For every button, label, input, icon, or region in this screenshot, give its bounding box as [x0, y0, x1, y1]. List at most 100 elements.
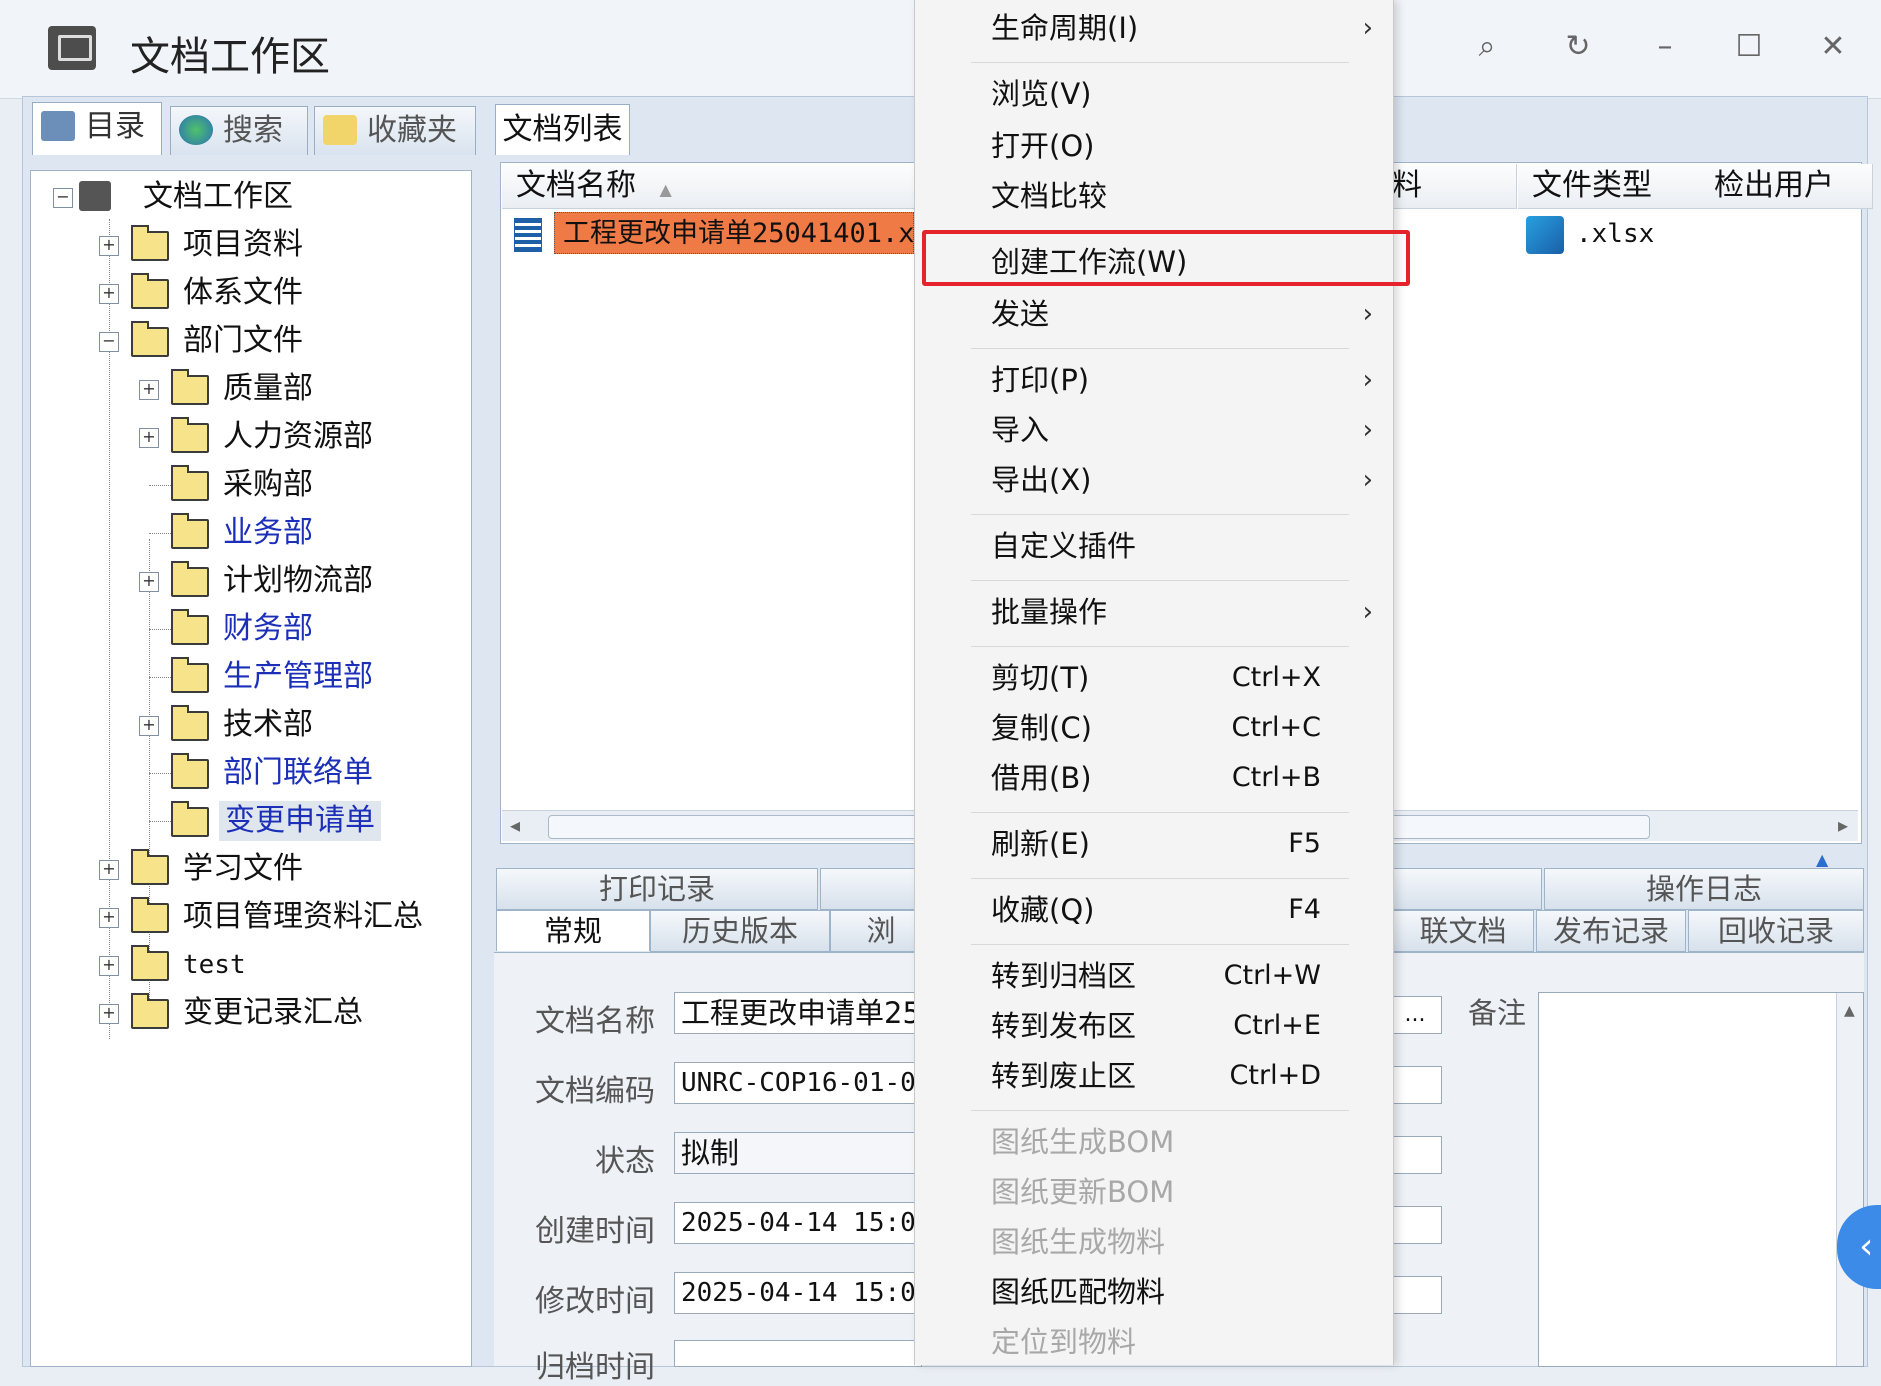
- tab-print-records[interactable]: 打印记录: [496, 868, 818, 910]
- menu-item-refresh[interactable]: 刷新(E) F5: [915, 822, 1393, 866]
- menu-item-label: 文档比较: [991, 179, 1108, 213]
- menu-item-label: 打开(O): [991, 129, 1095, 163]
- browse-button[interactable]: ...: [1388, 996, 1442, 1034]
- field-modified-time: 2025-04-14 15:01:: [674, 1272, 922, 1314]
- scroll-left-icon[interactable]: ◂: [510, 813, 520, 837]
- context-menu: 生命周期(I) › 浏览(V) 打开(O) 文档比较 创建工作流(W) 发送 › 打…: [914, 0, 1394, 1365]
- app-icon: [48, 26, 96, 70]
- menu-item-shortcut: Ctrl+W: [1223, 960, 1321, 991]
- collapse-arrow-icon[interactable]: ▲: [1816, 850, 1828, 869]
- minimize-button[interactable]: –: [1640, 22, 1690, 72]
- field-right-2[interactable]: [1388, 1066, 1442, 1104]
- folder-icon: [131, 897, 169, 933]
- menu-item-shortcut: Ctrl+B: [1231, 762, 1321, 793]
- menu-item-shortcut: F4: [1288, 894, 1321, 925]
- menu-item-borrow[interactable]: 借用(B) Ctrl+B: [915, 756, 1393, 800]
- folder-icon: [171, 801, 209, 837]
- field-label-created-time: 创建时间: [535, 1214, 655, 1249]
- scroll-up-icon[interactable]: ▲: [1844, 1003, 1855, 1019]
- field-label-archive-time: 归档时间: [535, 1350, 655, 1385]
- folder-icon: [131, 321, 169, 357]
- menu-item-shortcut: Ctrl+C: [1231, 712, 1321, 743]
- sort-asc-icon: ▲: [659, 180, 672, 199]
- field-right-3[interactable]: [1388, 1136, 1442, 1174]
- tab-general[interactable]: 常规: [496, 910, 650, 951]
- menu-item-lifecycle[interactable]: 生命周期(I) ›: [915, 6, 1393, 50]
- tree-item-label: 部门联络单: [223, 755, 373, 790]
- maximize-button[interactable]: ☐: [1724, 22, 1774, 72]
- menu-item-batch[interactable]: 批量操作 ›: [915, 590, 1393, 634]
- folder-icon: [171, 417, 209, 453]
- column-header-file-type[interactable]: 文件类型: [1518, 164, 1713, 209]
- submenu-arrow-icon: ›: [1362, 299, 1373, 329]
- remark-textarea[interactable]: ▲: [1538, 992, 1864, 1367]
- menu-item-shortcut: Ctrl+D: [1229, 1060, 1321, 1091]
- menu-item-locate-material: 定位到物料: [915, 1320, 1393, 1364]
- tab-favorites[interactable]: 收藏夹: [314, 106, 476, 155]
- tab-history-versions[interactable]: 历史版本: [650, 910, 830, 952]
- scroll-right-icon[interactable]: ▸: [1838, 813, 1848, 837]
- field-doc-code[interactable]: UNRC-COP16-01-00C: [674, 1062, 922, 1104]
- menu-item-send[interactable]: 发送 ›: [915, 292, 1393, 336]
- menu-item-drawing-match-material[interactable]: 图纸匹配物料: [915, 1270, 1393, 1314]
- menu-item-label: 借用(B): [991, 761, 1092, 795]
- column-header-material[interactable]: 料: [1392, 164, 1517, 209]
- search-icon[interactable]: ⌕: [1462, 22, 1512, 72]
- menu-item-import[interactable]: 导入 ›: [915, 408, 1393, 452]
- folder-icon: [171, 465, 209, 501]
- tab-catalog[interactable]: 目录: [32, 102, 162, 155]
- tab-related-docs[interactable]: 联文档: [1392, 910, 1534, 952]
- column-header-doc-name[interactable]: 文档名称 ▲: [502, 164, 927, 209]
- column-header-label: 文档名称: [516, 168, 636, 203]
- field-label-status: 状态: [595, 1144, 655, 1179]
- column-header-label: 料: [1392, 168, 1422, 203]
- tab-operation-log[interactable]: 操作日志: [1544, 868, 1864, 910]
- menu-item-cut[interactable]: 剪切(T) Ctrl+X: [915, 656, 1393, 700]
- menu-item-copy[interactable]: 复制(C) Ctrl+C: [915, 706, 1393, 750]
- folder-icon: [171, 561, 209, 597]
- directory-tree[interactable]: − 文档工作区 + 项目资料 + 体系文件 − 部门文件 + 质量部 + 人力资…: [30, 170, 472, 1367]
- column-header-checkout-user[interactable]: 检出用户: [1700, 164, 1873, 209]
- tree-item-label: 采购部: [223, 467, 313, 502]
- computer-icon: [41, 111, 75, 141]
- tree-item-label: 人力资源部: [223, 419, 373, 454]
- menu-item-shortcut: F5: [1288, 828, 1321, 859]
- menu-item-favorite[interactable]: 收藏(Q) F4: [915, 888, 1393, 932]
- tab-recycle-records[interactable]: 回收记录: [1688, 910, 1864, 952]
- tree-item-label: 业务部: [223, 515, 313, 550]
- tree-item-label: 质量部: [223, 371, 313, 406]
- tab-search[interactable]: 搜索: [170, 106, 308, 155]
- tab-publish-records[interactable]: 发布记录: [1536, 910, 1686, 952]
- menu-item-to-publish[interactable]: 转到发布区 Ctrl+E: [915, 1004, 1393, 1048]
- menu-item-open[interactable]: 打开(O): [915, 124, 1393, 168]
- tab-favorites-label: 收藏夹: [367, 113, 457, 148]
- menu-item-to-archive[interactable]: 转到归档区 Ctrl+W: [915, 954, 1393, 998]
- tree-item-label: 生产管理部: [223, 659, 373, 694]
- menu-item-to-obsolete[interactable]: 转到废止区 Ctrl+D: [915, 1054, 1393, 1098]
- field-right-4[interactable]: [1388, 1206, 1442, 1244]
- refresh-icon[interactable]: ↻: [1553, 22, 1603, 72]
- menu-item-export[interactable]: 导出(X) ›: [915, 458, 1393, 502]
- window-title: 文档工作区: [130, 34, 330, 80]
- menu-item-browse[interactable]: 浏览(V): [915, 72, 1393, 116]
- close-button[interactable]: ✕: [1808, 22, 1858, 72]
- tab-doc-list[interactable]: 文档列表: [495, 104, 630, 155]
- highlight-box: [922, 230, 1410, 286]
- folder-icon: [171, 657, 209, 693]
- field-right-5[interactable]: [1388, 1276, 1442, 1314]
- menu-item-compare[interactable]: 文档比较: [915, 174, 1393, 218]
- tree-item-label: 技术部: [223, 707, 313, 742]
- menu-item-label: 自定义插件: [991, 529, 1137, 563]
- search-globe-icon: [179, 115, 213, 145]
- menu-item-shortcut: Ctrl+E: [1233, 1010, 1321, 1041]
- field-doc-name[interactable]: 工程更改申请单250: [674, 992, 922, 1034]
- remark-scrollbar[interactable]: ▲: [1836, 993, 1863, 1366]
- folder-icon: [131, 993, 169, 1029]
- tree-item-label: 项目资料: [183, 227, 303, 262]
- doc-row-name[interactable]: 工程更改申请单25041401.xl: [554, 212, 914, 254]
- menu-item-custom-plugin[interactable]: 自定义插件: [915, 524, 1393, 568]
- tab-catalog-label: 目录: [85, 109, 145, 144]
- field-archive-time: [674, 1340, 922, 1367]
- menu-item-label: 批量操作: [991, 595, 1108, 629]
- menu-item-print[interactable]: 打印(P) ›: [915, 358, 1393, 402]
